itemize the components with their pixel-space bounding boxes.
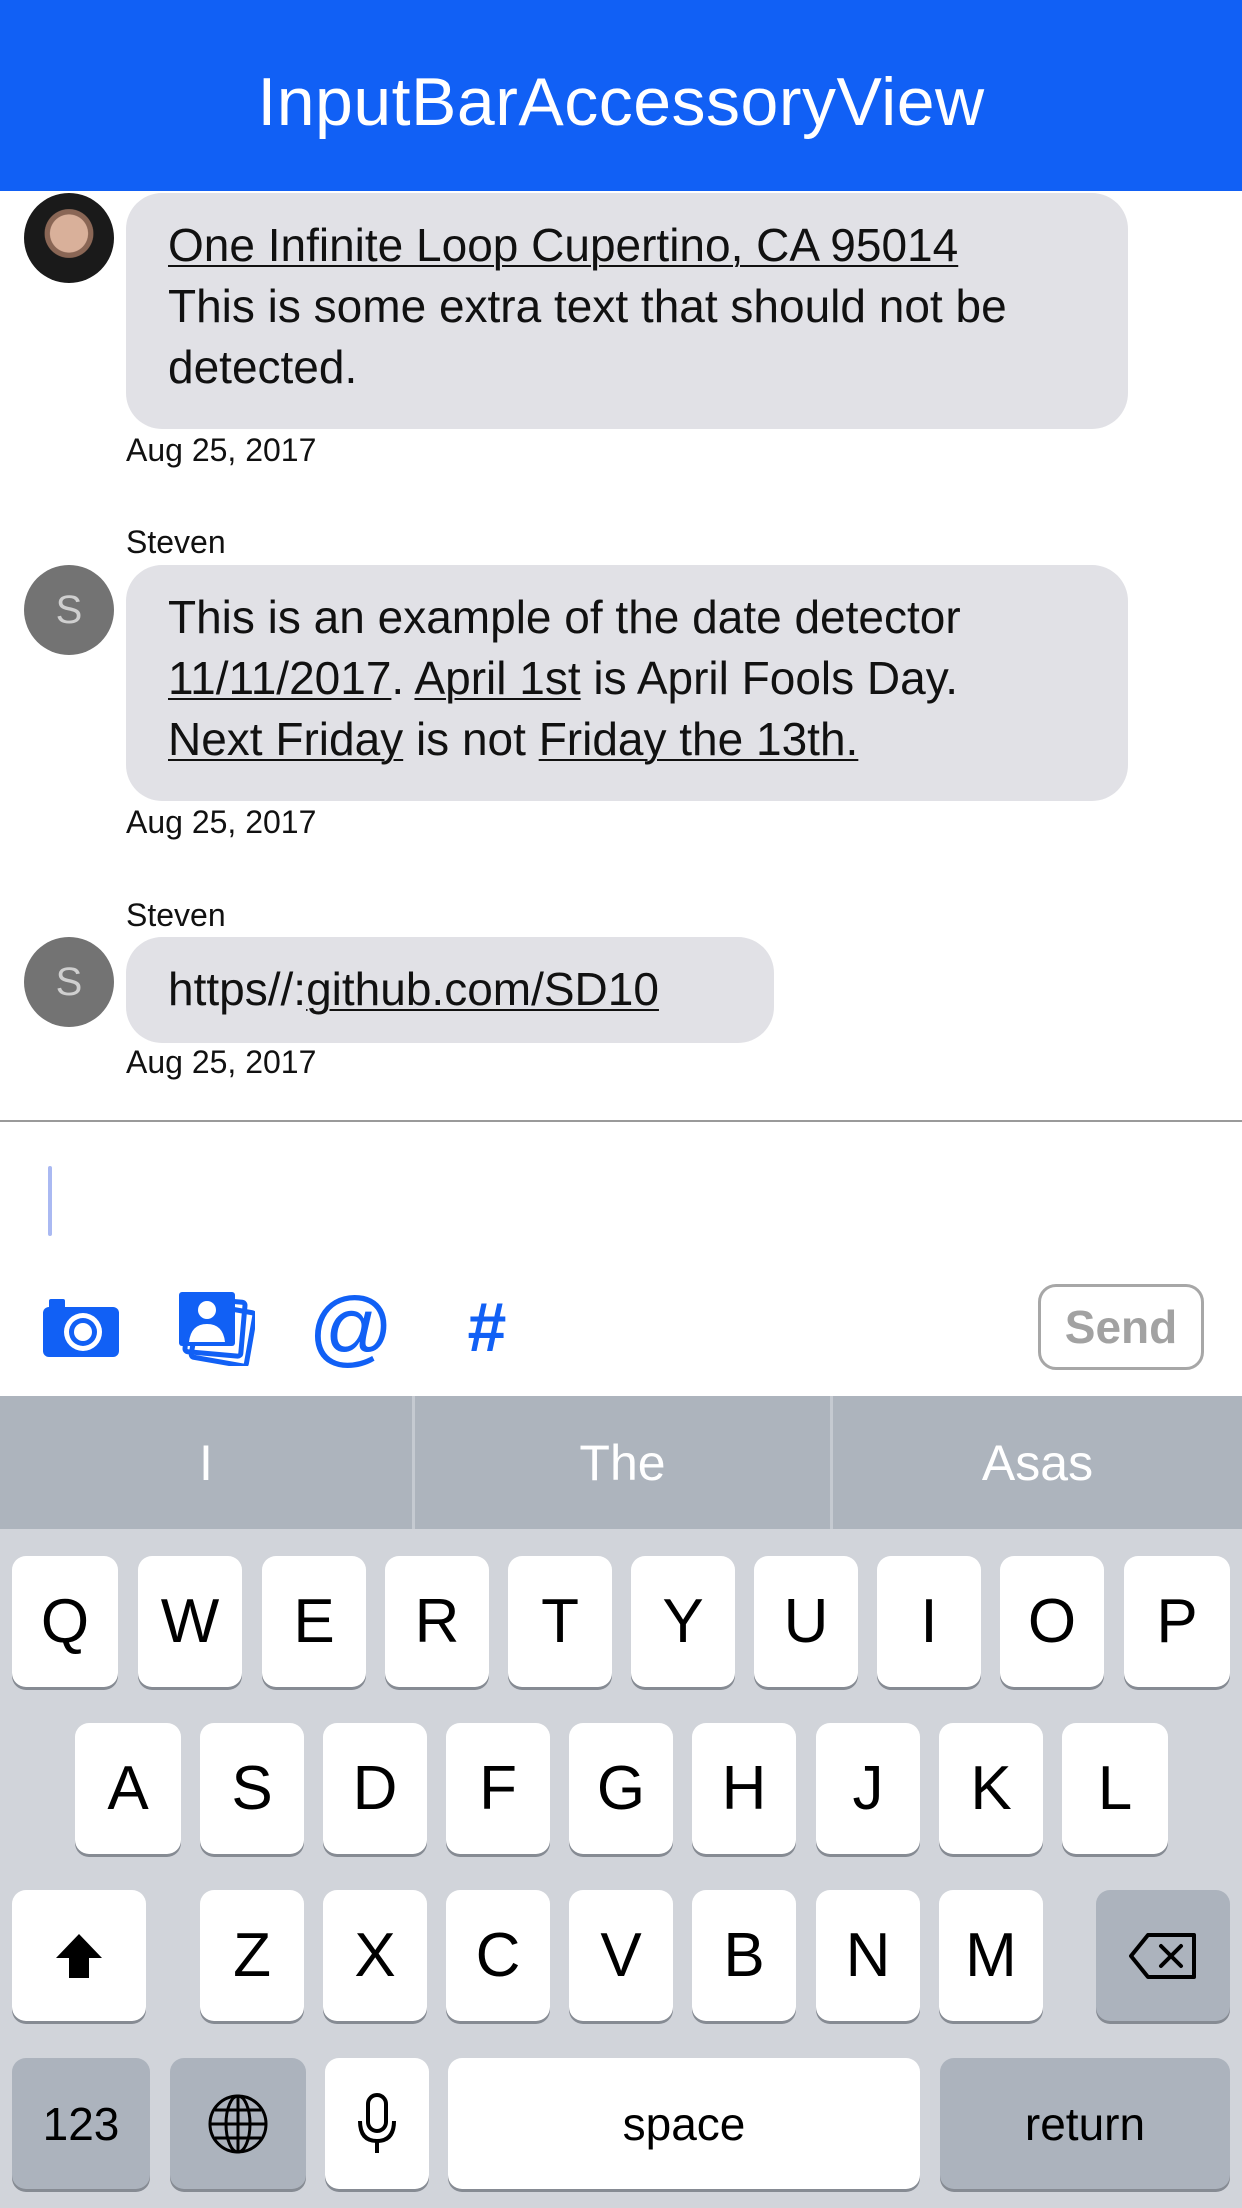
date-link[interactable]: Friday the 13th. [539,713,859,765]
key-o[interactable]: O [1000,1556,1104,1687]
key-q[interactable]: Q [12,1556,118,1687]
sender-name: Steven [126,524,226,560]
return-key[interactable]: return [940,2058,1230,2189]
photo-library-icon [179,1292,255,1366]
date-link[interactable]: 11/11/2017 [168,652,391,704]
key-x[interactable]: X [323,1890,427,2021]
key-k[interactable]: K [939,1723,1043,1854]
date-link[interactable]: Next Friday [168,713,403,765]
prediction-1[interactable]: I [0,1396,412,1529]
send-button[interactable]: Send [1038,1284,1204,1370]
page-title: InputBarAccessoryView [257,63,985,140]
camera-button[interactable] [38,1287,124,1367]
key-m[interactable]: M [939,1890,1043,2021]
url-link[interactable]: github.com/SD10 [306,963,659,1015]
message-date: Aug 25, 2017 [126,804,317,840]
key-s[interactable]: S [200,1723,304,1854]
message-text: https//: [168,963,307,1015]
message-text: is April Fools Day. [580,652,959,704]
sender-name: Steven [126,897,226,933]
numbers-key[interactable]: 123 [12,2058,150,2189]
key-t[interactable]: T [508,1556,612,1687]
message-date: Aug 25, 2017 [126,432,317,468]
key-n[interactable]: N [816,1890,920,2021]
key-i[interactable]: I [877,1556,981,1687]
photo-library-button[interactable] [172,1287,258,1367]
key-u[interactable]: U [754,1556,858,1687]
key-b[interactable]: B [692,1890,796,2021]
key-z[interactable]: Z [200,1890,304,2021]
key-a[interactable]: A [75,1723,181,1854]
message-bubble[interactable]: One Infinite Loop Cupertino, CA 95014 Th… [126,193,1128,429]
date-link[interactable]: April 1st [414,652,580,704]
key-f[interactable]: F [446,1723,550,1854]
message-text: . [391,652,415,704]
key-d[interactable]: D [323,1723,427,1854]
dictation-key[interactable] [325,2058,429,2189]
globe-key[interactable] [170,2058,306,2189]
input-bar: @ # Send [0,1120,1242,1398]
message-input[interactable] [24,1142,1214,1260]
message-text: is not [403,713,539,765]
message-list[interactable]: One Infinite Loop Cupertino, CA 95014 Th… [0,191,1242,1120]
message-text: This is some extra text that should not … [168,280,1007,393]
key-p[interactable]: P [1124,1556,1230,1687]
avatar[interactable]: S [24,565,114,655]
message-bubble[interactable]: https//:github.com/SD10 [126,937,774,1043]
hashtag-icon: # [467,1288,507,1366]
avatar[interactable] [24,193,114,283]
prediction-3[interactable]: Asas [833,1396,1242,1529]
key-l[interactable]: L [1062,1723,1168,1854]
avatar[interactable]: S [24,937,114,1027]
backspace-icon [1129,1932,1196,1979]
delete-key[interactable] [1096,1890,1230,2021]
predictive-bar: I The Asas [0,1396,1242,1529]
address-link[interactable]: One Infinite Loop Cupertino, CA 95014 [168,219,958,271]
text-cursor [48,1166,52,1236]
avatar-initial: S [55,587,83,632]
key-w[interactable]: W [138,1556,242,1687]
key-c[interactable]: C [446,1890,550,2021]
microphone-icon [358,2092,396,2153]
prediction-2[interactable]: The [415,1396,830,1529]
globe-icon [208,2094,268,2153]
key-y[interactable]: Y [631,1556,735,1687]
key-g[interactable]: G [569,1723,673,1854]
at-sign-icon: @ [308,1279,394,1374]
key-h[interactable]: H [692,1723,796,1854]
avatar-initial: S [55,959,83,1004]
message-bubble[interactable]: This is an example of the date detector … [126,565,1128,801]
shift-key[interactable] [12,1890,146,2021]
navigation-bar: InputBarAccessoryView [0,0,1242,191]
key-j[interactable]: J [816,1723,920,1854]
mention-button[interactable]: @ [308,1280,394,1374]
hashtag-button[interactable]: # [444,1287,530,1367]
message-text: This is an example of the date detector [168,591,961,643]
space-key[interactable]: space [448,2058,920,2189]
key-v[interactable]: V [569,1890,673,2021]
message-date: Aug 25, 2017 [126,1044,317,1080]
key-r[interactable]: R [385,1556,489,1687]
keyboard: I The Asas Q W E R T Y U I O P A S D F G… [0,1396,1242,2208]
shift-icon [56,1933,102,1978]
key-e[interactable]: E [262,1556,366,1687]
camera-icon [43,1299,119,1357]
